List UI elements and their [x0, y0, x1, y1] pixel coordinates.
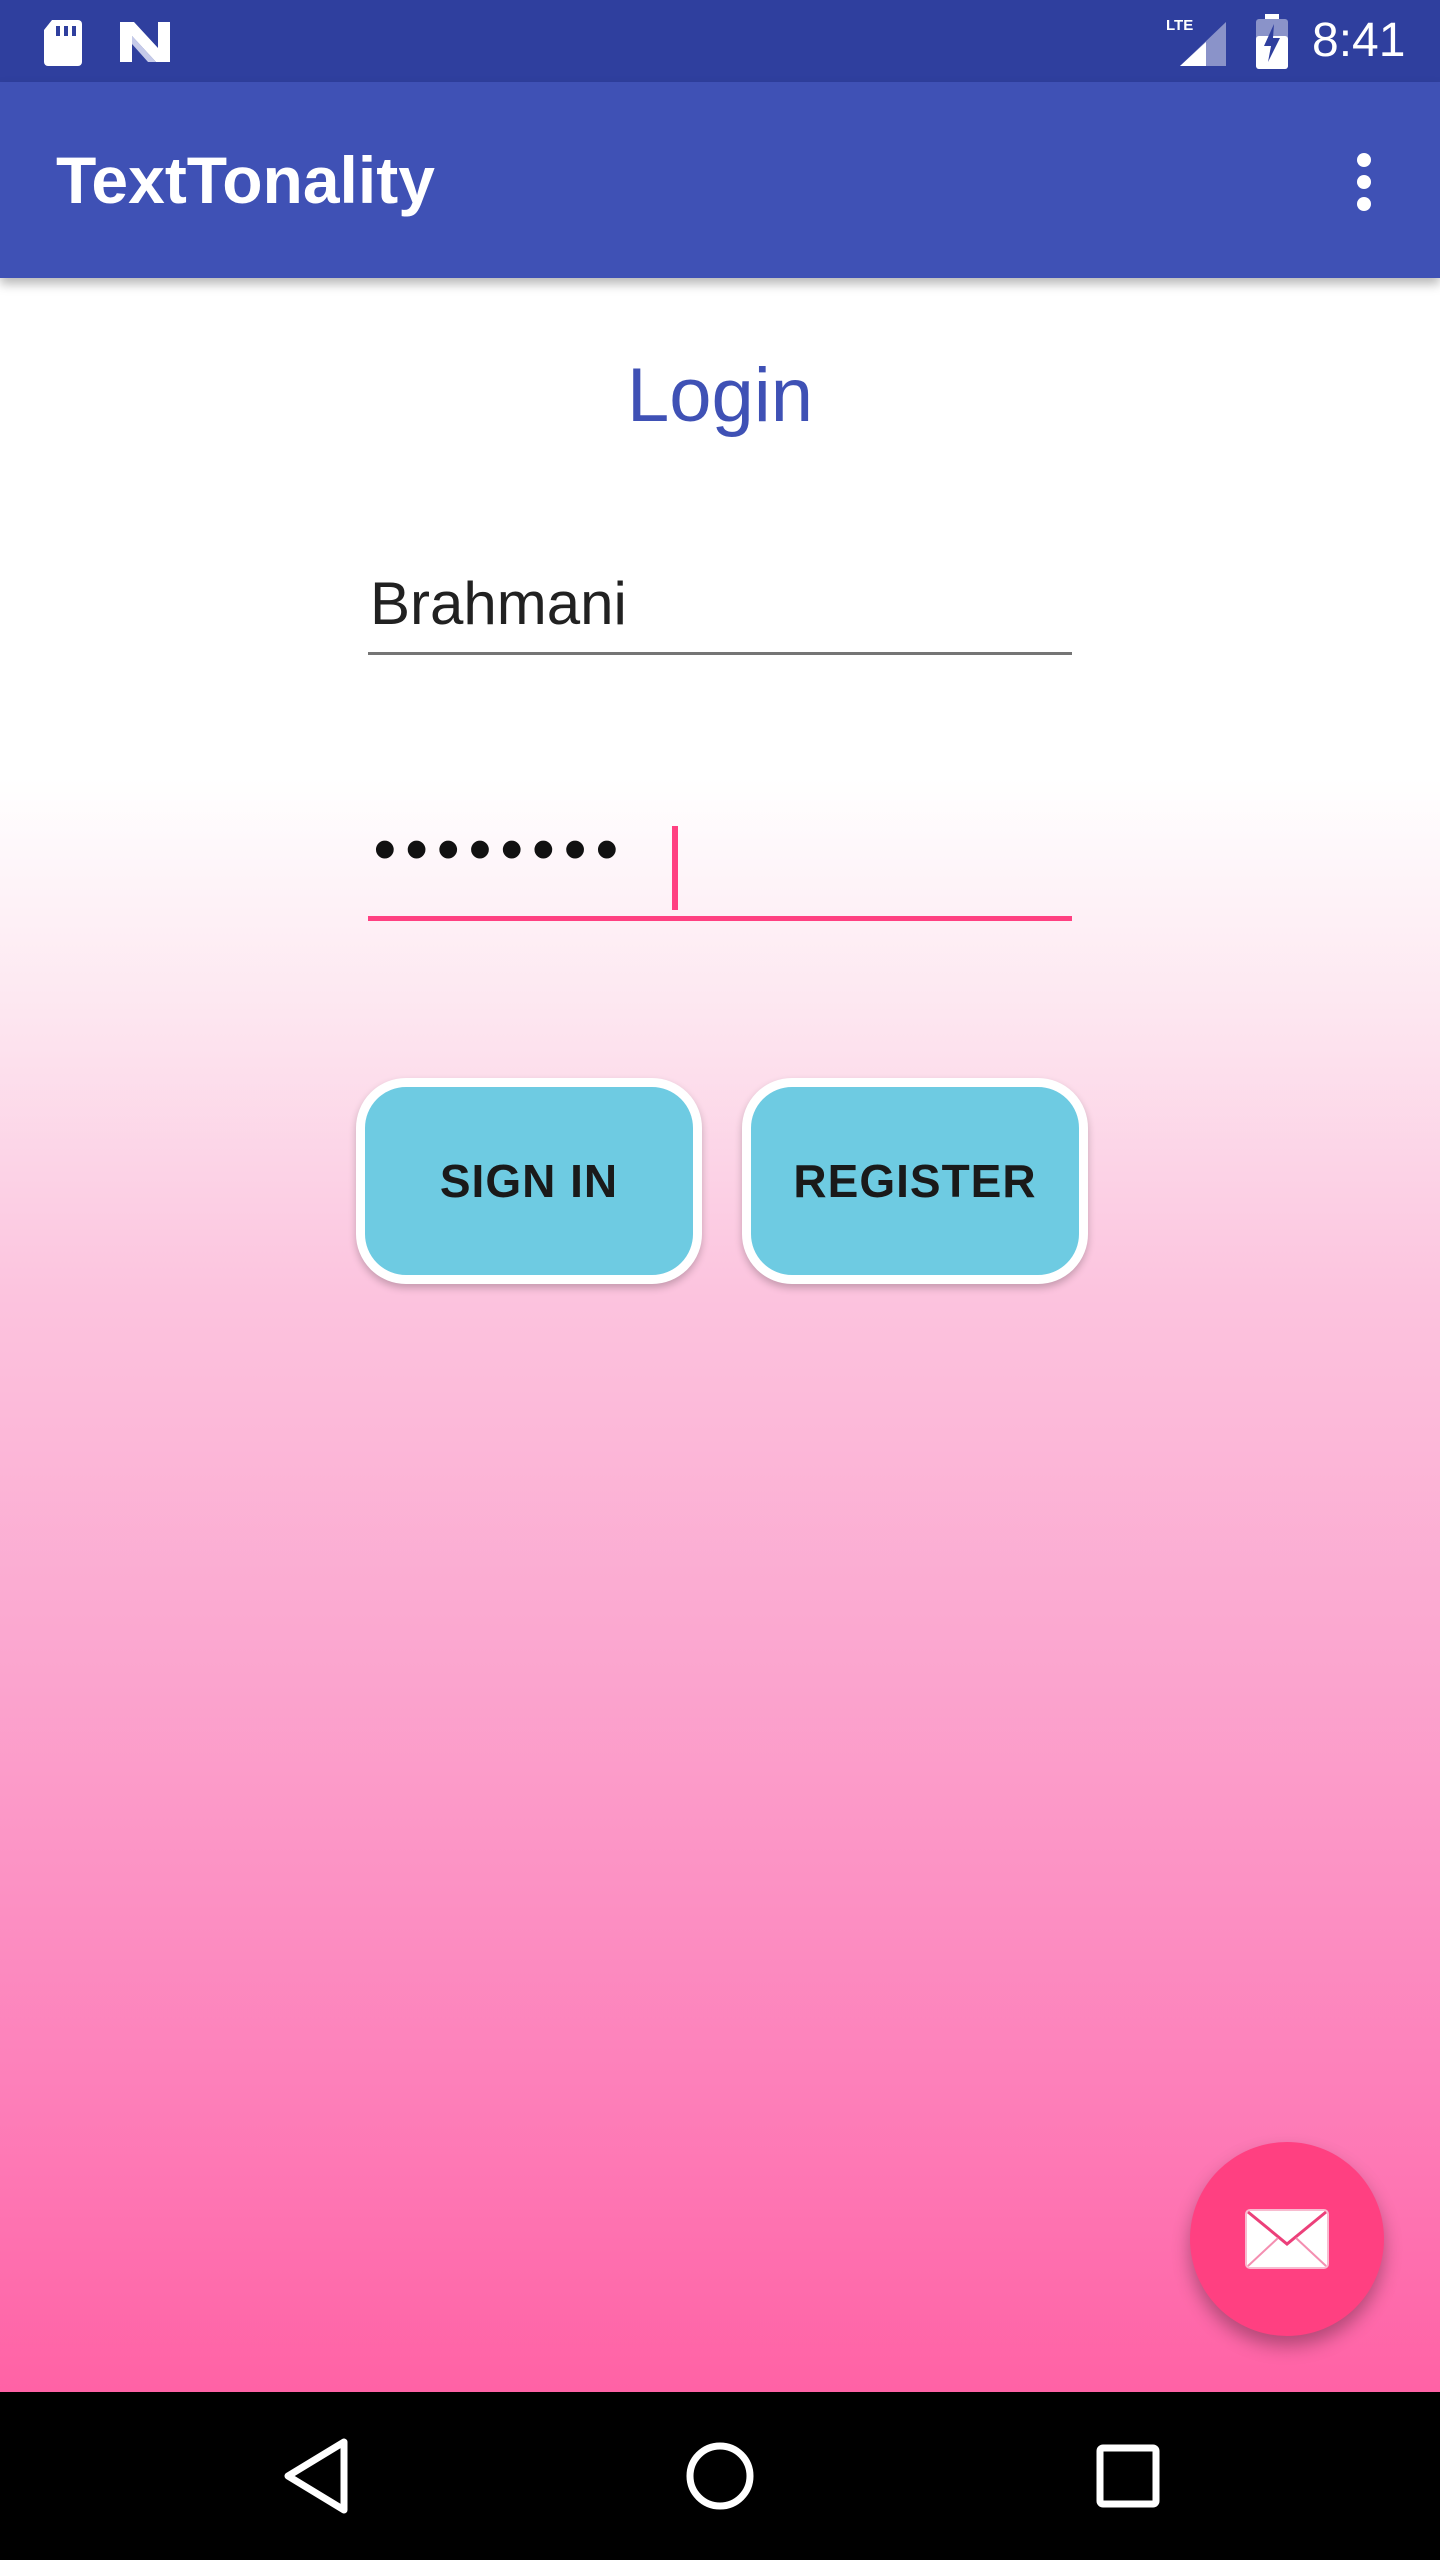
password-field[interactable]: •••••••• — [368, 790, 1072, 921]
status-time: 8:41 — [1312, 14, 1406, 67]
navigation-bar — [0, 2392, 1440, 2560]
n-logo-icon — [120, 22, 170, 62]
email-fab-button[interactable] — [1190, 2142, 1384, 2336]
battery-charging-icon — [1256, 14, 1288, 69]
sd-card-icon — [44, 20, 82, 66]
sign-in-button[interactable]: SIGN IN — [356, 1078, 702, 1284]
more-vert-icon[interactable] — [1336, 142, 1392, 222]
login-content: Login Brahmani •••••••• SIGN IN REGISTER — [0, 278, 1440, 2392]
screen: LTE 8:41 TextTonality Login Brahmani •••… — [0, 0, 1440, 2560]
username-field[interactable]: Brahmani — [368, 528, 1072, 655]
envelope-icon — [1245, 2209, 1329, 2269]
register-button[interactable]: REGISTER — [742, 1078, 1088, 1284]
login-title: Login — [627, 353, 813, 438]
username-value: Brahmani — [370, 570, 627, 637]
status-bar: LTE 8:41 — [0, 0, 1440, 82]
back-icon[interactable] — [280, 2436, 352, 2516]
app-bar: TextTonality — [0, 82, 1440, 278]
recents-icon[interactable] — [1090, 2438, 1166, 2514]
home-icon[interactable] — [682, 2434, 758, 2518]
app-title: TextTonality — [56, 143, 435, 217]
text-cursor — [672, 826, 678, 910]
lte-signal-icon: LTE — [1166, 17, 1226, 66]
password-value: •••••••• — [374, 815, 628, 884]
svg-text:LTE: LTE — [1166, 17, 1193, 34]
